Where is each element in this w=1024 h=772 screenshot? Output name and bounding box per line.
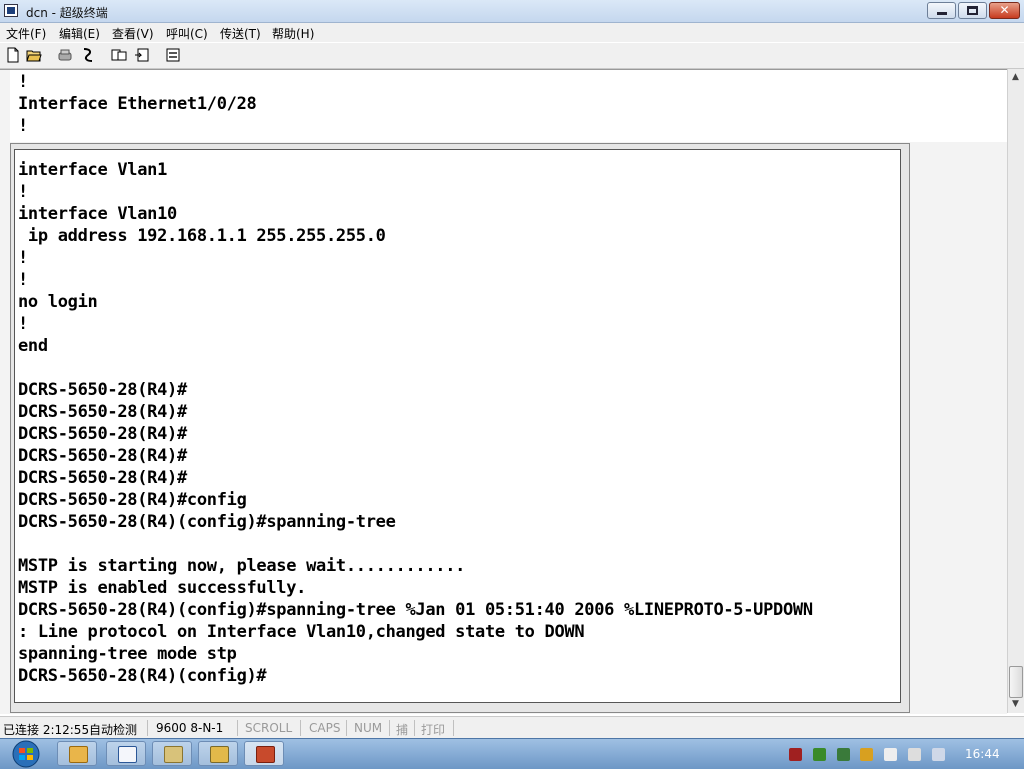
terminal-line: no login [18, 292, 98, 312]
terminal-line: ! [18, 270, 28, 290]
send-icon[interactable] [111, 47, 127, 63]
new-file-icon[interactable] [5, 47, 21, 63]
terminal-line: ip address 192.168.1.1 255.255.255.0 [18, 226, 386, 246]
terminal-line: Interface Ethernet1/0/28 [18, 94, 257, 114]
terminal-line: DCRS-5650-28(R4)#config [18, 490, 247, 510]
terminal-line: DCRS-5650-28(R4)(config)#spanning-tree %… [18, 600, 813, 620]
network-icon [210, 746, 229, 763]
terminal-line: ! [18, 116, 28, 136]
terminal-line: : Line protocol on Interface Vlan10,chan… [18, 622, 585, 642]
start-button[interactable] [6, 740, 46, 768]
receive-icon[interactable] [134, 47, 150, 63]
vertical-scrollbar[interactable]: ▲ ▼ [1007, 69, 1024, 713]
menu-bar: 文件(F) 编辑(E) 查看(V) 呼叫(C) 传送(T) 帮助(H) [0, 23, 1024, 42]
taskbar-app-network[interactable] [198, 741, 238, 766]
terminal-line: ! [18, 182, 28, 202]
print-indicator: 打印 [421, 723, 446, 737]
terminal-line: ! [18, 72, 28, 92]
title-bar[interactable]: dcn - 超级终端 ✕ [0, 0, 1024, 23]
terminal-scrollback[interactable]: ! Interface Ethernet1/0/28 ! [10, 70, 1007, 142]
terminal-line: end [18, 336, 48, 356]
taskbar-app-word[interactable] [106, 741, 146, 766]
terminal-line: DCRS-5650-28(R4)# [18, 424, 187, 444]
app-icon[interactable] [4, 4, 18, 17]
minimize-icon [937, 12, 947, 15]
status-bar: 已连接 2:12:55 自动检测 9600 8-N-1 SCROLL CAPS … [0, 716, 1024, 739]
terminal-line: spanning-tree mode stp [18, 644, 237, 664]
window-title: dcn - 超级终端 [26, 6, 108, 20]
disconnect-icon[interactable] [80, 47, 96, 63]
taskbar: 16:44 [0, 738, 1024, 769]
tray-device-icon[interactable] [884, 748, 897, 761]
menu-transfer[interactable]: 传送(T) [220, 25, 261, 42]
open-folder-icon[interactable] [26, 47, 42, 63]
hyperterminal-icon [256, 746, 275, 763]
baud-status: 9600 8-N-1 [156, 721, 224, 735]
terminal-line: DCRS-5650-28(R4)(config)# [18, 666, 267, 686]
tray-network-icon[interactable] [813, 748, 826, 761]
call-icon[interactable] [57, 47, 73, 63]
terminal-line: interface Vlan1 [18, 160, 168, 180]
terminal-line: DCRS-5650-28(R4)# [18, 402, 187, 422]
volume-icon[interactable] [932, 748, 945, 761]
terminal-line: ! [18, 248, 28, 268]
scroll-indicator: SCROLL [245, 721, 293, 735]
word-icon [118, 746, 137, 763]
terminal-line: DCRS-5650-28(R4)(config)#spanning-tree [18, 512, 396, 532]
terminal-line: DCRS-5650-28(R4)# [18, 380, 187, 400]
taskbar-app-files[interactable] [152, 741, 192, 766]
terminal-line: MSTP is enabled successfully. [18, 578, 307, 598]
tray-flag-icon[interactable] [908, 748, 921, 761]
explorer-folder-icon [69, 746, 88, 763]
taskbar-app-hyperterminal[interactable] [244, 741, 284, 766]
menu-help[interactable]: 帮助(H) [272, 25, 314, 42]
terminal-line: MSTP is starting now, please wait.......… [18, 556, 466, 576]
terminal-line: DCRS-5650-28(R4)# [18, 468, 187, 488]
caps-indicator: CAPS [309, 721, 341, 735]
tray-shield-icon[interactable] [837, 748, 850, 761]
scroll-up-icon[interactable]: ▲ [1012, 72, 1019, 82]
scroll-thumb[interactable] [1009, 666, 1023, 698]
properties-icon[interactable] [165, 47, 181, 63]
terminal-line: interface Vlan10 [18, 204, 177, 224]
clock[interactable]: 16:44 [965, 747, 1000, 761]
file-manager-icon [164, 746, 183, 763]
menu-file[interactable]: 文件(F) [6, 25, 46, 42]
close-icon: ✕ [999, 3, 1010, 17]
capture-indicator: 捕 [396, 723, 409, 737]
menu-edit[interactable]: 编辑(E) [59, 25, 100, 42]
close-button[interactable]: ✕ [989, 2, 1020, 19]
menu-call[interactable]: 呼叫(C) [166, 25, 208, 42]
tray-keyboard-icon[interactable] [789, 748, 802, 761]
connection-status: 已连接 2:12:55 [3, 723, 90, 737]
minimize-button[interactable] [927, 2, 956, 19]
taskbar-app-explorer[interactable] [57, 741, 97, 766]
num-indicator: NUM [354, 721, 383, 735]
terminal-line: DCRS-5650-28(R4)# [18, 446, 187, 466]
detect-status: 自动检测 [89, 723, 138, 737]
tray-security-icon[interactable] [860, 748, 873, 761]
terminal-line: ! [18, 314, 28, 334]
maximize-button[interactable] [958, 2, 987, 19]
scroll-down-icon[interactable]: ▼ [1012, 699, 1019, 709]
maximize-icon [967, 6, 978, 15]
menu-view[interactable]: 查看(V) [112, 25, 154, 42]
toolbar [0, 43, 1024, 69]
